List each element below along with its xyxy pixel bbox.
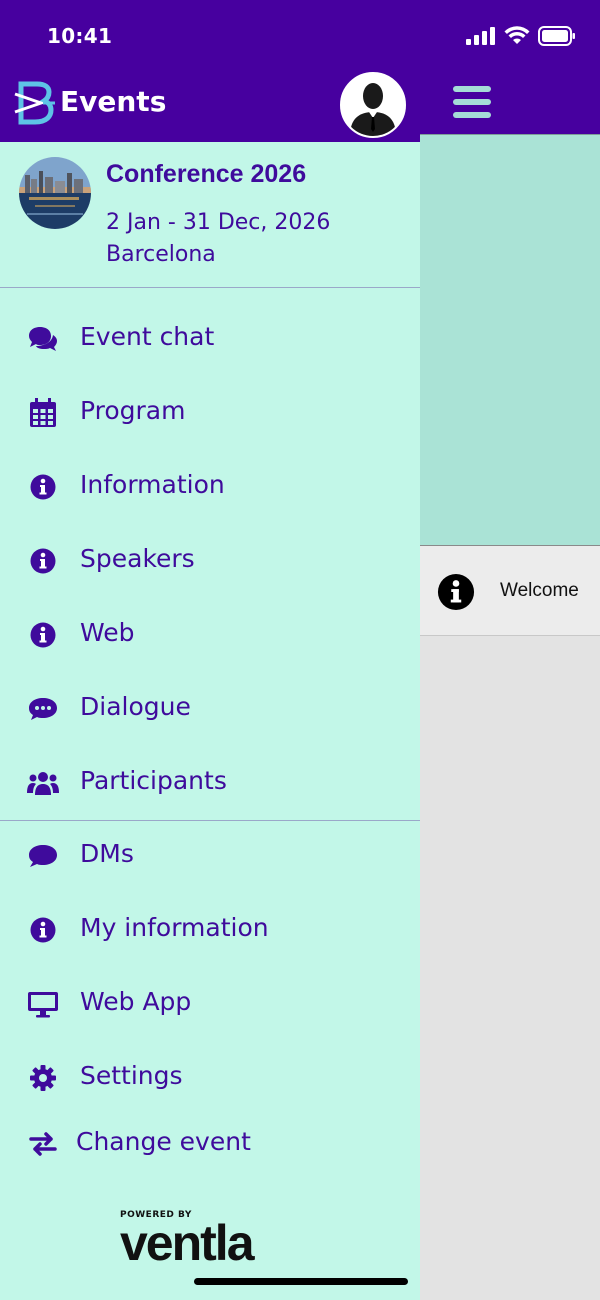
menu-item-label: Information	[80, 470, 225, 499]
menu-item-label: Participants	[80, 766, 227, 795]
menu-item-label: DMs	[80, 839, 134, 868]
event-dates: 2 Jan - 31 Dec, 2026	[106, 210, 331, 235]
comment-icon	[27, 841, 59, 871]
menu-item-dialogue[interactable]: Dialogue	[0, 678, 420, 738]
status-time: 10:41	[47, 24, 113, 48]
app-logo	[13, 78, 57, 128]
user-avatar[interactable]	[340, 72, 406, 138]
menu-item-speakers[interactable]: Speakers	[0, 530, 420, 590]
app-logo-icon	[14, 81, 55, 125]
menu-item-participants[interactable]: Participants	[0, 752, 420, 812]
battery-icon	[538, 26, 575, 46]
ventla-logo: ventla	[120, 1215, 255, 1271]
menu-item-label: Program	[80, 396, 186, 425]
users-icon	[27, 768, 59, 798]
info-icon	[437, 573, 475, 611]
home-indicator	[194, 1278, 408, 1285]
welcome-label: Welcome	[500, 580, 579, 601]
menu-item-label: Speakers	[80, 544, 195, 573]
info-icon	[27, 915, 59, 945]
desktop-icon	[27, 989, 59, 1019]
event-card[interactable]: Conference 2026 2 Jan - 31 Dec, 2026 Bar…	[0, 142, 420, 288]
main-header	[420, 70, 600, 134]
welcome-list-item[interactable]: Welcome	[420, 546, 600, 636]
app-title: Events	[60, 85, 167, 118]
event-name: Conference 2026	[106, 160, 307, 188]
event-thumbnail	[19, 157, 91, 229]
status-icons	[466, 26, 576, 46]
signal-icon	[466, 27, 495, 45]
menu-item-settings[interactable]: Settings	[0, 1047, 420, 1107]
menu-item-web[interactable]: Web	[0, 604, 420, 664]
powered-by-ventla: POWERED BY ventla	[120, 1210, 310, 1271]
menu-item-label: My information	[80, 913, 269, 942]
speech-bubble-icon	[27, 694, 59, 724]
menu-item-my-information[interactable]: My information	[0, 899, 420, 959]
hamburger-menu-button[interactable]	[453, 86, 491, 118]
wifi-icon	[504, 26, 530, 44]
calendar-icon	[27, 398, 59, 428]
menu-item-change-event[interactable]: Change event	[0, 1113, 420, 1173]
menu-item-label: Change event	[76, 1127, 251, 1156]
user-silhouette-icon	[342, 74, 404, 136]
chat-bubbles-icon	[27, 324, 59, 354]
menu-item-label: Web	[80, 618, 135, 647]
gear-icon	[27, 1063, 59, 1093]
menu-item-label: Settings	[80, 1061, 183, 1090]
status-bar: 10:41	[0, 0, 600, 70]
menu-section-primary: Event chat Program Information Speakers …	[0, 288, 420, 821]
menu-item-web-app[interactable]: Web App	[0, 973, 420, 1033]
menu-section-secondary: DMs My information Web App Settings Chan…	[0, 821, 420, 1261]
swap-arrows-icon	[27, 1129, 59, 1159]
menu-item-information[interactable]: Information	[0, 456, 420, 516]
info-icon	[27, 546, 59, 576]
info-icon	[27, 620, 59, 650]
info-icon	[27, 472, 59, 502]
menu-item-event-chat[interactable]: Event chat	[0, 308, 420, 368]
menu-item-label: Event chat	[80, 322, 215, 351]
menu-item-label: Dialogue	[80, 692, 191, 721]
menu-item-program[interactable]: Program	[0, 382, 420, 442]
drawer-header: Events	[0, 70, 420, 142]
navigation-drawer: Events Conference 2026 2 Jan - 31 Dec, 2…	[0, 70, 420, 1300]
event-city: Barcelona	[106, 242, 216, 267]
menu-item-label: Web App	[80, 987, 192, 1016]
menu-item-dms[interactable]: DMs	[0, 825, 420, 885]
event-banner	[420, 134, 600, 546]
